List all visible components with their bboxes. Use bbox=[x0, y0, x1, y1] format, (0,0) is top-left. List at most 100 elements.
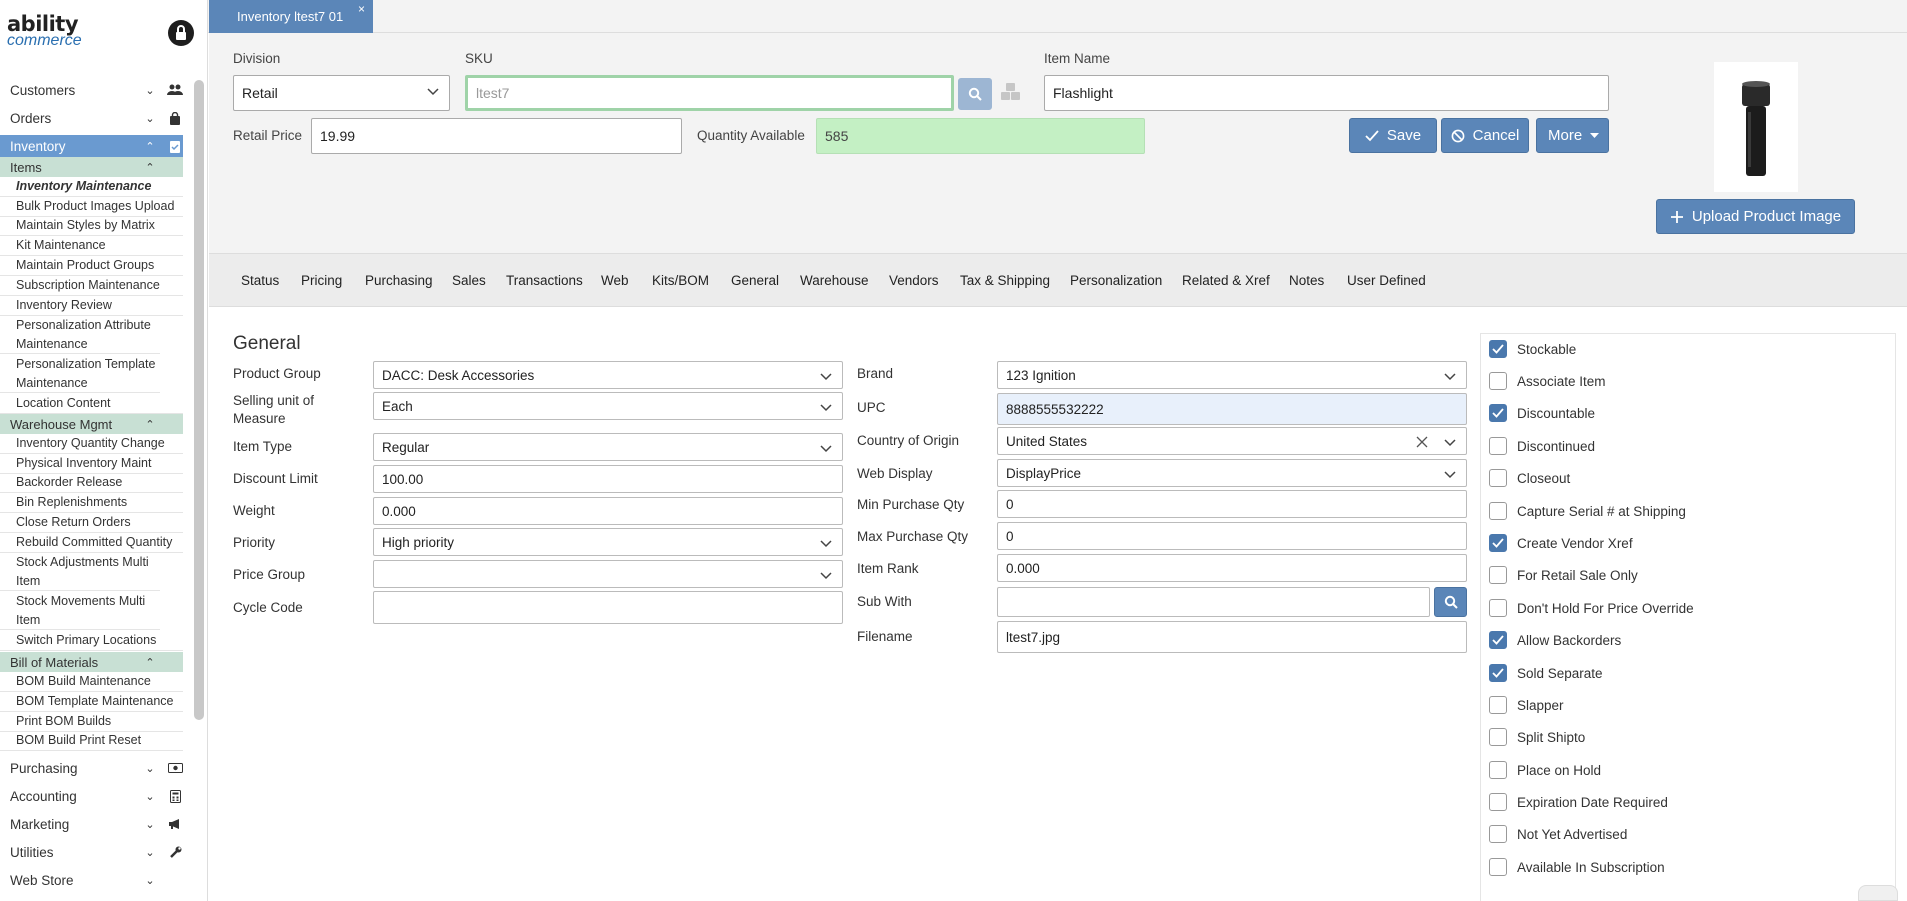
checkbox-row[interactable]: Associate Item bbox=[1489, 372, 1606, 390]
sku-search-button[interactable] bbox=[958, 78, 992, 110]
checkbox-row[interactable]: Expiration Date Required bbox=[1489, 793, 1668, 811]
tab-sales[interactable]: Sales bbox=[452, 273, 486, 288]
checkbox-row[interactable]: For Retail Sale Only bbox=[1489, 566, 1638, 584]
tab-user-defined[interactable]: User Defined bbox=[1347, 273, 1426, 288]
sidebar-item-purchasing[interactable]: Purchasing ⌄ bbox=[0, 757, 183, 779]
division-select[interactable]: Retail bbox=[233, 75, 450, 111]
tab-warehouse[interactable]: Warehouse bbox=[800, 273, 869, 288]
country-of-origin-select[interactable]: United States bbox=[997, 427, 1467, 455]
checkbox-unchecked[interactable] bbox=[1489, 696, 1507, 714]
save-button[interactable]: Save bbox=[1349, 118, 1437, 153]
checkbox-checked[interactable] bbox=[1489, 340, 1507, 358]
menu-item[interactable]: Physical Inventory Maint bbox=[0, 454, 183, 474]
tab-vendors[interactable]: Vendors bbox=[889, 273, 939, 288]
menu-item[interactable]: Close Return Orders bbox=[0, 513, 183, 533]
menu-item[interactable]: Rebuild Committed Quantity bbox=[0, 533, 183, 553]
selling-unit-select[interactable]: Each bbox=[373, 392, 843, 420]
menu-item[interactable]: Backorder Release bbox=[0, 473, 183, 493]
checkbox-row[interactable]: Capture Serial # at Shipping bbox=[1489, 502, 1686, 520]
menu-item[interactable]: BOM Build Maintenance bbox=[0, 672, 183, 692]
checkbox-row[interactable]: Discontinued bbox=[1489, 437, 1595, 455]
retail-price-input[interactable]: 19.99 bbox=[311, 118, 682, 154]
checkbox-checked[interactable] bbox=[1489, 631, 1507, 649]
filename-input[interactable]: ltest7.jpg bbox=[997, 621, 1467, 653]
product-group-select[interactable]: DACC: Desk Accessories bbox=[373, 361, 843, 389]
checkbox-row[interactable]: Allow Backorders bbox=[1489, 631, 1621, 649]
sku-input[interactable]: ltest7 bbox=[465, 75, 954, 111]
menu-item[interactable]: Subscription Maintenance bbox=[0, 276, 183, 296]
sidebar-item-marketing[interactable]: Marketing ⌄ bbox=[0, 813, 183, 835]
checkbox-row[interactable]: Available In Subscription bbox=[1489, 858, 1665, 876]
document-tab[interactable]: Inventory ltest7 01 × bbox=[209, 0, 373, 33]
checkbox-unchecked[interactable] bbox=[1489, 825, 1507, 843]
menu-item[interactable]: Maintain Product Groups bbox=[0, 256, 183, 276]
menu-item[interactable]: Inventory Review bbox=[0, 296, 183, 316]
menu-item[interactable]: Personalization Template Maintenance bbox=[0, 355, 160, 393]
menu-item[interactable]: Bulk Product Images Upload bbox=[0, 197, 183, 217]
tab-tax-shipping[interactable]: Tax & Shipping bbox=[960, 273, 1050, 288]
menu-item[interactable]: Print BOM Builds bbox=[0, 712, 183, 732]
checkbox-unchecked[interactable] bbox=[1489, 502, 1507, 520]
checkbox-row[interactable]: Discountable bbox=[1489, 404, 1595, 422]
min-purchase-qty-input[interactable]: 0 bbox=[997, 490, 1467, 518]
checkbox-unchecked[interactable] bbox=[1489, 599, 1507, 617]
menu-item[interactable]: Switch Primary Locations bbox=[0, 631, 183, 651]
sidebar-item-utilities[interactable]: Utilities ⌄ bbox=[0, 841, 183, 863]
tab-notes[interactable]: Notes bbox=[1289, 273, 1324, 288]
menu-item[interactable]: Inventory Quantity Change bbox=[0, 434, 183, 454]
checkbox-row[interactable]: Don't Hold For Price Override bbox=[1489, 599, 1694, 617]
checkbox-unchecked[interactable] bbox=[1489, 761, 1507, 779]
checkbox-checked[interactable] bbox=[1489, 534, 1507, 552]
checkbox-unchecked[interactable] bbox=[1489, 566, 1507, 584]
sidebar-item-customers[interactable]: Customers ⌄ bbox=[0, 79, 183, 101]
menu-item[interactable]: Stock Adjustments Multi Item bbox=[0, 553, 160, 591]
menu-item-inventory-maintenance[interactable]: Inventory Maintenance bbox=[0, 177, 183, 197]
menu-item[interactable]: Personalization Attribute Maintenance bbox=[0, 316, 160, 354]
checkbox-unchecked[interactable] bbox=[1489, 437, 1507, 455]
sidebar-item-orders[interactable]: Orders ⌄ bbox=[0, 107, 183, 129]
menu-item[interactable]: Location Content bbox=[0, 394, 183, 414]
menu-item[interactable]: BOM Build Print Reset bbox=[0, 731, 183, 751]
brand-select[interactable]: 123 Ignition bbox=[997, 361, 1467, 389]
priority-select[interactable]: High priority bbox=[373, 528, 843, 556]
checkbox-row[interactable]: Stockable bbox=[1489, 340, 1576, 358]
more-button[interactable]: More bbox=[1536, 118, 1609, 153]
item-type-select[interactable]: Regular bbox=[373, 433, 843, 461]
checkbox-row[interactable]: Closeout bbox=[1489, 469, 1570, 487]
sub-with-search-button[interactable] bbox=[1434, 587, 1467, 617]
checkbox-row[interactable]: Slapper bbox=[1489, 696, 1564, 714]
clear-icon[interactable] bbox=[1416, 436, 1428, 448]
tab-transactions[interactable]: Transactions bbox=[506, 273, 583, 288]
sidebar-item-inventory[interactable]: Inventory ⌃ bbox=[0, 135, 183, 157]
menu-item[interactable]: Kit Maintenance bbox=[0, 236, 183, 256]
section-items[interactable]: Items ⌃ bbox=[0, 157, 183, 177]
item-name-input[interactable]: Flashlight bbox=[1044, 75, 1609, 111]
menu-item[interactable]: Stock Movements Multi Item bbox=[0, 592, 160, 630]
sub-with-input[interactable] bbox=[997, 587, 1430, 617]
tab-personalization[interactable]: Personalization bbox=[1070, 273, 1162, 288]
product-image[interactable] bbox=[1714, 62, 1798, 192]
menu-item[interactable]: BOM Template Maintenance bbox=[0, 692, 183, 712]
tab-pricing[interactable]: Pricing bbox=[301, 273, 342, 288]
section-warehouse-mgmt[interactable]: Warehouse Mgmt ⌃ bbox=[0, 414, 183, 434]
chat-widget-tab[interactable] bbox=[1858, 885, 1898, 901]
checkbox-row[interactable]: Not Yet Advertised bbox=[1489, 825, 1627, 843]
sidebar-scrollbar[interactable] bbox=[194, 80, 204, 720]
checkbox-unchecked[interactable] bbox=[1489, 793, 1507, 811]
tab-web[interactable]: Web bbox=[601, 273, 629, 288]
discount-limit-input[interactable]: 100.00 bbox=[373, 465, 843, 493]
tab-purchasing[interactable]: Purchasing bbox=[365, 273, 433, 288]
checkbox-unchecked[interactable] bbox=[1489, 728, 1507, 746]
checkbox-row[interactable]: Sold Separate bbox=[1489, 664, 1603, 682]
sidebar-item-web-store[interactable]: Web Store ⌄ bbox=[0, 869, 183, 891]
upload-product-image-button[interactable]: Upload Product Image bbox=[1656, 199, 1855, 234]
tab-general[interactable]: General bbox=[731, 273, 779, 288]
max-purchase-qty-input[interactable]: 0 bbox=[997, 522, 1467, 550]
web-display-select[interactable]: DisplayPrice bbox=[997, 459, 1467, 487]
checkbox-unchecked[interactable] bbox=[1489, 372, 1507, 390]
tab-status[interactable]: Status bbox=[241, 273, 279, 288]
tab-kits-bom[interactable]: Kits/BOM bbox=[652, 273, 709, 288]
cycle-code-input[interactable] bbox=[373, 591, 843, 624]
close-icon[interactable]: × bbox=[358, 2, 365, 16]
lock-icon[interactable] bbox=[168, 20, 194, 46]
